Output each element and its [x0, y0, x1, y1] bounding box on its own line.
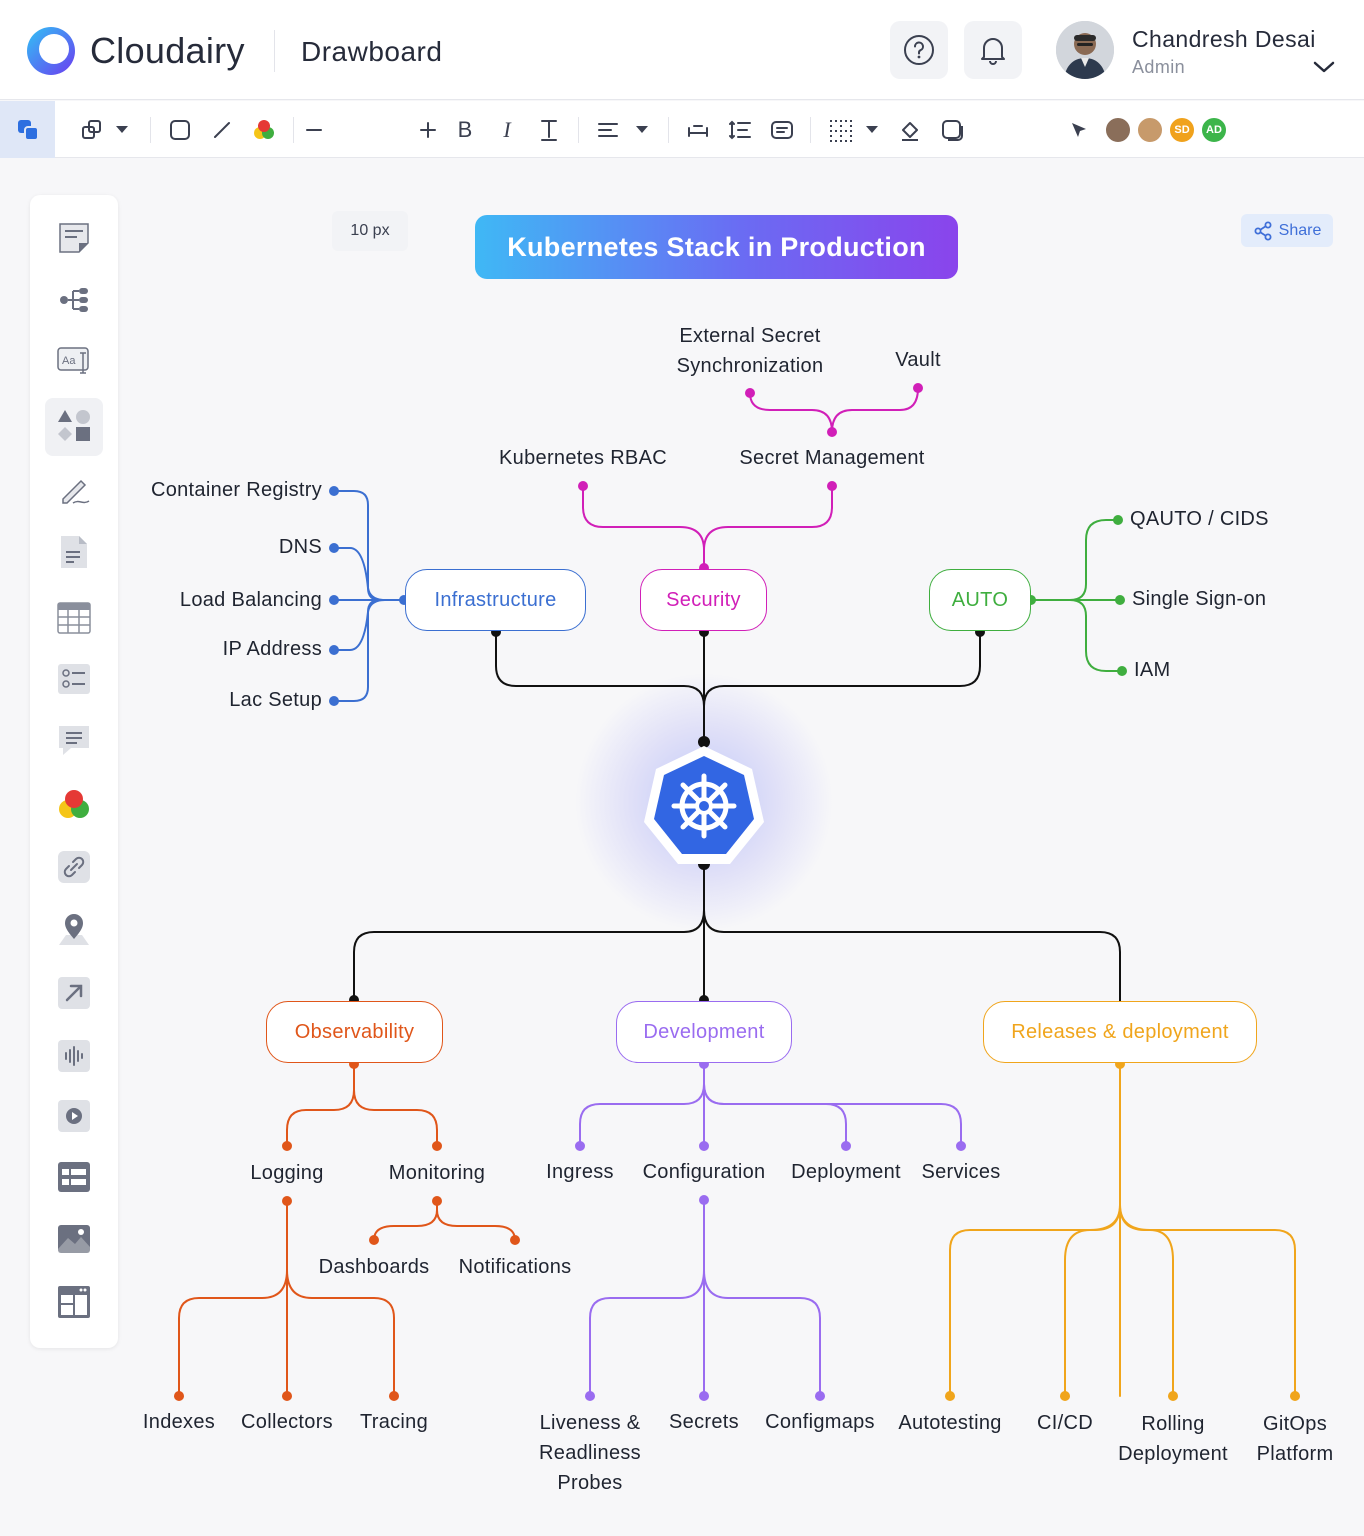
leaf-label-line: Platform: [1256, 1443, 1334, 1465]
connector-logging: [286, 1063, 355, 1147]
connector-gitops: [1119, 1204, 1296, 1397]
leaf-label-line: Deployment: [1118, 1443, 1228, 1465]
leaf-ingress[interactable]: Ingress: [546, 1161, 614, 1184]
leaf-label-line: Readliness: [539, 1442, 641, 1464]
leaf-label-line: Liveness &: [539, 1412, 641, 1434]
connector-tracing: [286, 1269, 395, 1397]
leaf-label-line: Synchronization: [676, 355, 824, 377]
leaf-configuration[interactable]: Configuration: [643, 1161, 766, 1184]
connector-external-secret: [749, 392, 833, 433]
connector-dashboards: [373, 1200, 438, 1241]
leaf-indexes[interactable]: Indexes: [143, 1411, 215, 1434]
leaf-ip-address[interactable]: IP Address: [223, 638, 322, 661]
leaf-tracing[interactable]: Tracing: [360, 1411, 428, 1434]
connector-monitoring: [353, 1063, 438, 1147]
leaf-external-secret-sync[interactable]: External Secret Synchronization: [677, 321, 824, 381]
connector-configmaps: [703, 1269, 821, 1397]
leaf-dashboards[interactable]: Dashboards: [319, 1256, 430, 1279]
connector-infrastructure: [495, 631, 705, 743]
leaf-load-balancing[interactable]: Load Balancing: [180, 589, 322, 612]
leaf-label-line: Probes: [557, 1472, 623, 1494]
connector-indexes: [178, 1269, 288, 1397]
connector-autotesting: [949, 1204, 1121, 1397]
connector-iam: [1030, 599, 1123, 672]
node-auto[interactable]: AUTO: [929, 569, 1031, 631]
connector-rbac: [582, 485, 705, 569]
diagram-canvas: Kubernetes Stack in Production Infrastru…: [0, 0, 1364, 1536]
leaf-container-registry[interactable]: Container Registry: [151, 479, 322, 502]
leaf-collectors[interactable]: Collectors: [241, 1411, 333, 1434]
connector-container-registry: [333, 490, 405, 601]
leaf-logging[interactable]: Logging: [250, 1162, 323, 1185]
leaf-qauto-cids[interactable]: QAUTO / CIDS: [1130, 508, 1269, 531]
leaf-lac-setup[interactable]: Lac Setup: [229, 689, 322, 712]
leaf-label-line: External Secret: [679, 325, 821, 347]
node-security[interactable]: Security: [640, 569, 767, 631]
leaf-liveness-probes[interactable]: Liveness & Readliness Probes: [539, 1408, 641, 1498]
leaf-label-line: GitOps: [1262, 1413, 1328, 1435]
connector-auto: [703, 631, 981, 707]
leaf-deployment[interactable]: Deployment: [791, 1161, 901, 1184]
leaf-configmaps[interactable]: Configmaps: [765, 1411, 875, 1434]
node-releases[interactable]: Releases & deployment: [983, 1001, 1257, 1063]
connector-rolling: [1119, 1204, 1174, 1397]
connector-ingress: [579, 1063, 705, 1147]
leaf-services[interactable]: Services: [921, 1161, 1000, 1184]
connector-services: [703, 1063, 962, 1147]
leaf-rolling-deployment[interactable]: Rolling Deployment: [1118, 1409, 1228, 1469]
leaf-notifications[interactable]: Notifications: [459, 1256, 572, 1279]
connector-observability: [353, 909, 705, 1001]
leaf-autotesting[interactable]: Autotesting: [898, 1412, 1001, 1435]
leaf-dns[interactable]: DNS: [279, 536, 322, 559]
connector-notifications: [436, 1200, 516, 1241]
leaf-secrets[interactable]: Secrets: [669, 1411, 739, 1434]
leaf-vault[interactable]: Vault: [895, 349, 941, 372]
node-development[interactable]: Development: [616, 1001, 792, 1063]
leaf-gitops-platform[interactable]: GitOps Platform: [1257, 1409, 1334, 1469]
node-infrastructure[interactable]: Infrastructure: [405, 569, 586, 631]
leaf-monitoring[interactable]: Monitoring: [389, 1162, 485, 1185]
leaf-kubernetes-rbac[interactable]: Kubernetes RBAC: [499, 447, 667, 470]
diagram-title[interactable]: Kubernetes Stack in Production: [475, 215, 958, 279]
leaf-cicd[interactable]: CI/CD: [1037, 1412, 1093, 1435]
connector-secret-management: [703, 485, 833, 569]
connector-vault: [831, 387, 919, 433]
leaf-label-line: Rolling: [1141, 1413, 1205, 1435]
leaf-secret-management[interactable]: Secret Management: [739, 447, 924, 470]
node-observability[interactable]: Observability: [266, 1001, 443, 1063]
kubernetes-logo-icon[interactable]: [640, 740, 768, 868]
connector-liveness: [589, 1269, 705, 1397]
leaf-single-sign-on[interactable]: Single Sign-on: [1132, 588, 1266, 611]
connector-qauto: [1030, 519, 1119, 601]
connector-cicd: [1064, 1204, 1121, 1397]
leaf-iam[interactable]: IAM: [1134, 659, 1170, 682]
